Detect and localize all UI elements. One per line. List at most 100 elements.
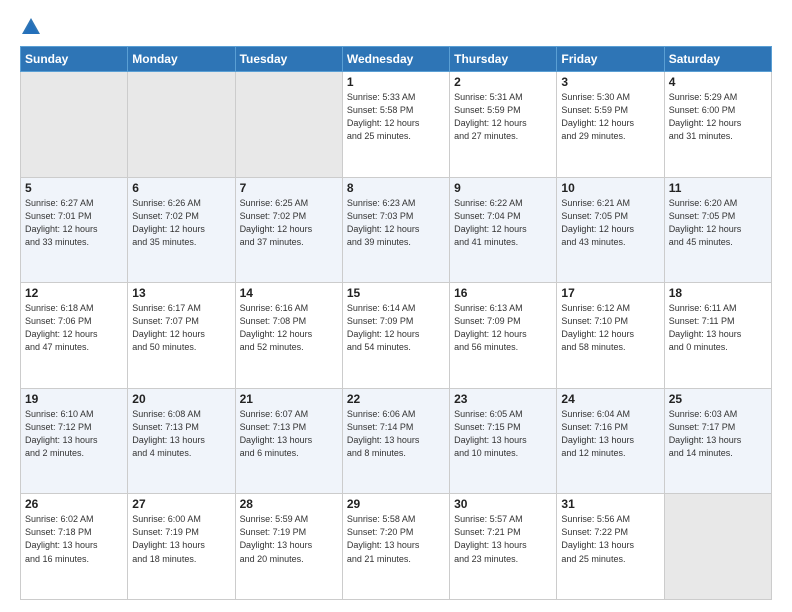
day-cell: 23 Sunrise: 6:05 AM Sunset: 7:15 PM Dayli… (450, 388, 557, 494)
day-number: 15 (347, 286, 445, 300)
day-cell: 13 Sunrise: 6:17 AM Sunset: 7:07 PM Dayli… (128, 283, 235, 389)
page: SundayMondayTuesdayWednesdayThursdayFrid… (0, 0, 792, 612)
day-info: Sunrise: 6:08 AM Sunset: 7:13 PM Dayligh… (132, 408, 230, 460)
day-number: 21 (240, 392, 338, 406)
day-cell: 31 Sunrise: 5:56 AM Sunset: 7:22 PM Dayli… (557, 494, 664, 600)
day-number: 31 (561, 497, 659, 511)
day-info: Sunrise: 6:05 AM Sunset: 7:15 PM Dayligh… (454, 408, 552, 460)
day-number: 11 (669, 181, 767, 195)
day-number: 26 (25, 497, 123, 511)
day-info: Sunrise: 5:31 AM Sunset: 5:59 PM Dayligh… (454, 91, 552, 143)
logo-icon (20, 16, 42, 38)
day-number: 24 (561, 392, 659, 406)
day-cell: 21 Sunrise: 6:07 AM Sunset: 7:13 PM Dayli… (235, 388, 342, 494)
day-cell: 7Sunrise: 6:25 AM Sunset: 7:02 PM Daylig… (235, 177, 342, 283)
weekday-header-wednesday: Wednesday (342, 47, 449, 72)
day-info: Sunrise: 6:22 AM Sunset: 7:04 PM Dayligh… (454, 197, 552, 249)
day-info: Sunrise: 6:16 AM Sunset: 7:08 PM Dayligh… (240, 302, 338, 354)
day-number: 2 (454, 75, 552, 89)
day-cell: 29 Sunrise: 5:58 AM Sunset: 7:20 PM Dayli… (342, 494, 449, 600)
day-number: 13 (132, 286, 230, 300)
weekday-header-sunday: Sunday (21, 47, 128, 72)
day-info: Sunrise: 5:29 AM Sunset: 6:00 PM Dayligh… (669, 91, 767, 143)
day-info: Sunrise: 5:58 AM Sunset: 7:20 PM Dayligh… (347, 513, 445, 565)
day-info: Sunrise: 6:25 AM Sunset: 7:02 PM Dayligh… (240, 197, 338, 249)
day-info: Sunrise: 6:07 AM Sunset: 7:13 PM Dayligh… (240, 408, 338, 460)
day-number: 17 (561, 286, 659, 300)
header (20, 16, 772, 38)
day-cell: 8 Sunrise: 6:23 AM Sunset: 7:03 PM Daylig… (342, 177, 449, 283)
day-cell: 15 Sunrise: 6:14 AM Sunset: 7:09 PM Dayli… (342, 283, 449, 389)
day-number: 10 (561, 181, 659, 195)
day-cell: 6 Sunrise: 6:26 AM Sunset: 7:02 PM Daylig… (128, 177, 235, 283)
day-cell: 12 Sunrise: 6:18 AM Sunset: 7:06 PM Dayli… (21, 283, 128, 389)
day-info: Sunrise: 5:56 AM Sunset: 7:22 PM Dayligh… (561, 513, 659, 565)
day-info: Sunrise: 6:13 AM Sunset: 7:09 PM Dayligh… (454, 302, 552, 354)
calendar-table: SundayMondayTuesdayWednesdayThursdayFrid… (20, 46, 772, 600)
calendar-body: 1Sunrise: 5:33 AM Sunset: 5:58 PM Daylig… (21, 72, 772, 600)
day-number: 12 (25, 286, 123, 300)
day-cell: 10 Sunrise: 6:21 AM Sunset: 7:05 PM Dayli… (557, 177, 664, 283)
day-number: 14 (240, 286, 338, 300)
day-cell: 5 Sunrise: 6:27 AM Sunset: 7:01 PM Daylig… (21, 177, 128, 283)
day-number: 29 (347, 497, 445, 511)
day-info: Sunrise: 6:06 AM Sunset: 7:14 PM Dayligh… (347, 408, 445, 460)
day-info: Sunrise: 6:23 AM Sunset: 7:03 PM Dayligh… (347, 197, 445, 249)
day-info: Sunrise: 6:02 AM Sunset: 7:18 PM Dayligh… (25, 513, 123, 565)
day-cell: 22 Sunrise: 6:06 AM Sunset: 7:14 PM Dayli… (342, 388, 449, 494)
day-info: Sunrise: 6:04 AM Sunset: 7:16 PM Dayligh… (561, 408, 659, 460)
day-number: 22 (347, 392, 445, 406)
day-cell: 9 Sunrise: 6:22 AM Sunset: 7:04 PM Daylig… (450, 177, 557, 283)
day-number: 9 (454, 181, 552, 195)
day-number: 5 (25, 181, 123, 195)
day-cell: 25 Sunrise: 6:03 AM Sunset: 7:17 PM Dayli… (664, 388, 771, 494)
day-cell: 11 Sunrise: 6:20 AM Sunset: 7:05 PM Dayli… (664, 177, 771, 283)
day-cell: 19Sunrise: 6:10 AM Sunset: 7:12 PM Dayli… (21, 388, 128, 494)
day-cell (664, 494, 771, 600)
day-number: 3 (561, 75, 659, 89)
day-cell: 4 Sunrise: 5:29 AM Sunset: 6:00 PM Daylig… (664, 72, 771, 178)
day-number: 23 (454, 392, 552, 406)
calendar-header: SundayMondayTuesdayWednesdayThursdayFrid… (21, 47, 772, 72)
week-row-3: 19Sunrise: 6:10 AM Sunset: 7:12 PM Dayli… (21, 388, 772, 494)
day-cell (21, 72, 128, 178)
day-number: 25 (669, 392, 767, 406)
day-info: Sunrise: 6:10 AM Sunset: 7:12 PM Dayligh… (25, 408, 123, 460)
day-number: 6 (132, 181, 230, 195)
weekday-header-thursday: Thursday (450, 47, 557, 72)
day-number: 4 (669, 75, 767, 89)
day-number: 16 (454, 286, 552, 300)
day-cell: 30 Sunrise: 5:57 AM Sunset: 7:21 PM Dayli… (450, 494, 557, 600)
day-info: Sunrise: 6:14 AM Sunset: 7:09 PM Dayligh… (347, 302, 445, 354)
weekday-row: SundayMondayTuesdayWednesdayThursdayFrid… (21, 47, 772, 72)
day-cell: 27 Sunrise: 6:00 AM Sunset: 7:19 PM Dayli… (128, 494, 235, 600)
weekday-header-saturday: Saturday (664, 47, 771, 72)
day-info: Sunrise: 6:18 AM Sunset: 7:06 PM Dayligh… (25, 302, 123, 354)
day-info: Sunrise: 6:12 AM Sunset: 7:10 PM Dayligh… (561, 302, 659, 354)
day-info: Sunrise: 5:57 AM Sunset: 7:21 PM Dayligh… (454, 513, 552, 565)
day-info: Sunrise: 6:17 AM Sunset: 7:07 PM Dayligh… (132, 302, 230, 354)
day-info: Sunrise: 6:00 AM Sunset: 7:19 PM Dayligh… (132, 513, 230, 565)
day-cell: 24 Sunrise: 6:04 AM Sunset: 7:16 PM Dayli… (557, 388, 664, 494)
day-cell: 28Sunrise: 5:59 AM Sunset: 7:19 PM Dayli… (235, 494, 342, 600)
day-number: 30 (454, 497, 552, 511)
day-info: Sunrise: 5:33 AM Sunset: 5:58 PM Dayligh… (347, 91, 445, 143)
day-number: 27 (132, 497, 230, 511)
day-info: Sunrise: 6:26 AM Sunset: 7:02 PM Dayligh… (132, 197, 230, 249)
day-info: Sunrise: 6:21 AM Sunset: 7:05 PM Dayligh… (561, 197, 659, 249)
day-cell: 26 Sunrise: 6:02 AM Sunset: 7:18 PM Dayli… (21, 494, 128, 600)
day-cell: 20Sunrise: 6:08 AM Sunset: 7:13 PM Dayli… (128, 388, 235, 494)
logo (20, 16, 46, 38)
day-info: Sunrise: 6:27 AM Sunset: 7:01 PM Dayligh… (25, 197, 123, 249)
day-cell: 2 Sunrise: 5:31 AM Sunset: 5:59 PM Daylig… (450, 72, 557, 178)
day-info: Sunrise: 5:30 AM Sunset: 5:59 PM Dayligh… (561, 91, 659, 143)
weekday-header-monday: Monday (128, 47, 235, 72)
day-number: 8 (347, 181, 445, 195)
day-info: Sunrise: 6:03 AM Sunset: 7:17 PM Dayligh… (669, 408, 767, 460)
day-info: Sunrise: 6:20 AM Sunset: 7:05 PM Dayligh… (669, 197, 767, 249)
weekday-header-tuesday: Tuesday (235, 47, 342, 72)
day-cell (235, 72, 342, 178)
day-info: Sunrise: 5:59 AM Sunset: 7:19 PM Dayligh… (240, 513, 338, 565)
week-row-0: 1Sunrise: 5:33 AM Sunset: 5:58 PM Daylig… (21, 72, 772, 178)
week-row-4: 26 Sunrise: 6:02 AM Sunset: 7:18 PM Dayli… (21, 494, 772, 600)
